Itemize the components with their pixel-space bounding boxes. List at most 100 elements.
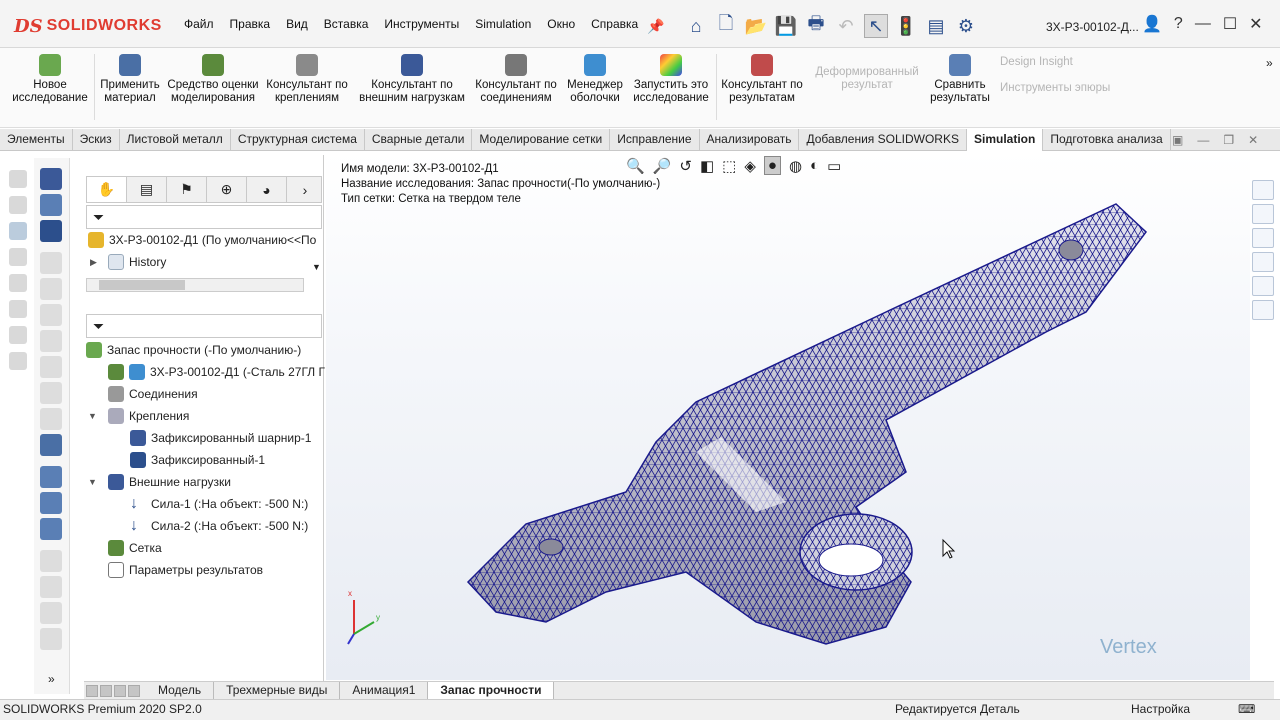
view-palette-icon[interactable] [1252,252,1274,272]
expand-icon[interactable]: ▶ [90,257,97,268]
tab-animation[interactable]: Анимация1 [340,682,429,699]
zoom-fit-icon[interactable]: 🔍 [626,157,645,175]
options-gear-icon[interactable]: ⚙ [954,14,978,38]
tab-addins[interactable]: Добавления SOLIDWORKS [799,129,967,151]
strip-icon[interactable] [9,222,27,240]
disabled-tool-icon[interactable] [40,356,62,378]
disabled-tool-icon[interactable] [40,628,62,650]
menu-view[interactable]: Вид [278,17,316,31]
strip-icon[interactable] [9,326,27,344]
history-node[interactable]: History [108,254,166,270]
result-options-node[interactable]: Параметры результатов [108,562,263,578]
strip-icon[interactable] [9,352,27,370]
tab-weldments[interactable]: Сварные детали [365,129,473,151]
loads-advisor-button[interactable]: Консультант по внешним нагрузкам [354,54,470,105]
disabled-tool-icon[interactable] [40,330,62,352]
help-status-icon[interactable]: ⌨ [1238,702,1255,716]
undo-icon[interactable]: ↶ [834,14,858,38]
close-doc-icon[interactable]: ✕ [1248,133,1258,147]
ribbon-overflow-icon[interactable]: » [1266,56,1273,70]
disabled-tool-icon[interactable] [40,252,62,274]
strip-icon[interactable] [9,196,27,214]
tab-repair[interactable]: Исправление [610,129,700,151]
previous-view-icon[interactable]: ↺ [679,157,692,175]
open-icon[interactable]: 📂 [744,14,768,38]
force-tool-icon[interactable] [40,220,62,242]
tab-sketch[interactable]: Эскиз [73,129,120,151]
view-tool-icon[interactable] [40,466,62,488]
solidworks-logo[interactable]: DS SOLIDWORKS [14,12,161,40]
tab-3d-views[interactable]: Трехмерные виды [214,682,341,699]
fixture-tool-icon[interactable] [40,168,62,190]
restore-icon[interactable]: — [1197,133,1209,147]
scene-icon[interactable]: ◐ [810,157,819,174]
configuration-tab-icon[interactable]: ⚑ [167,177,207,202]
strip-icon[interactable] [9,300,27,318]
dimxpert-tab-icon[interactable]: ⊕ [207,177,247,202]
model-eval-button[interactable]: Средство оценки моделирования [166,54,260,105]
force1-node[interactable]: ↓ Сила-1 (:На объект: -500 N:) [130,496,308,512]
collapse-icon[interactable]: ▼ [88,477,97,487]
select-cursor-icon[interactable]: ↖ [864,14,888,38]
disabled-tool-icon[interactable] [40,278,62,300]
appearance-icon[interactable]: ◍ [789,157,802,175]
deformed-result-button[interactable]: Деформированный результат [810,66,924,92]
mesh-node[interactable]: Сетка [108,540,162,556]
tile-icon[interactable]: ❐ [1223,133,1234,147]
maximize-icon[interactable]: ☐ [1223,14,1237,34]
tab-features[interactable]: Элементы [0,129,73,151]
fixed-node[interactable]: Зафиксированный-1 [130,452,265,468]
fixtures-advisor-button[interactable]: Консультант по креплениям [262,54,352,105]
tab-simulation[interactable]: Simulation [966,129,1044,151]
file-properties-icon[interactable]: ▤ [924,14,948,38]
study-node[interactable]: Запас прочности (-По умолчанию-) [86,342,301,358]
horizontal-scrollbar[interactable] [86,278,304,292]
home-icon[interactable]: ⌂ [684,14,708,38]
disabled-tool-icon[interactable] [40,602,62,624]
view-tool-icon[interactable] [40,492,62,514]
fixtures-node[interactable]: Крепления [108,408,189,424]
display-manager-tab-icon[interactable]: ◕ [247,177,287,202]
tab-mesh-modeling[interactable]: Моделирование сетки [472,129,611,151]
fixed-hinge-node[interactable]: Зафиксированный шарнир-1 [130,430,311,446]
tab-structure-system[interactable]: Структурная система [231,129,365,151]
tree-filter[interactable]: ⏷ [86,205,322,229]
custom-properties-icon[interactable] [1252,300,1274,320]
file-explorer-icon[interactable] [1252,228,1274,248]
menu-help[interactable]: Справка [583,17,646,31]
units-settings[interactable]: Настройка [1131,702,1190,716]
last-tab-icon[interactable] [128,684,140,697]
strip-icon[interactable] [9,170,27,188]
body-node[interactable]: 3Х-Р3-00102-Д1 (-Сталь 27ГЛ Г [108,364,325,380]
study-filter[interactable]: ⏷ [86,314,322,338]
disabled-tool-icon[interactable] [40,550,62,572]
resources-icon[interactable] [1252,180,1274,200]
disabled-tool-icon[interactable] [40,304,62,326]
run-study-button[interactable]: Запустить это исследование [630,54,712,105]
tab-model[interactable]: Модель [146,682,215,699]
scroll-down-icon[interactable]: ▼ [312,262,321,272]
zoom-area-icon[interactable]: 🔎 [653,157,672,175]
connections-advisor-button[interactable]: Консультант по соединениям [472,54,560,105]
tab-sheet-metal[interactable]: Листовой металл [120,129,231,151]
print-icon[interactable]: 🖶 [804,13,828,38]
traffic-light-icon[interactable]: 🚦 [894,14,918,38]
strip-icon[interactable] [9,248,27,266]
scroll-thumb[interactable] [99,280,185,290]
view-tool-icon[interactable] [40,518,62,540]
next-tab-icon[interactable] [114,684,126,697]
connections-node[interactable]: Соединения [108,386,198,402]
design-library-icon[interactable] [1252,204,1274,224]
view-orientation-icon[interactable]: ⬚ [722,157,736,175]
shell-manager-button[interactable]: Менеджер оболочки [562,54,628,105]
disabled-tool-icon[interactable] [40,382,62,404]
new-document-icon[interactable]: 🗋 [714,13,738,38]
probe-tool-icon[interactable] [40,434,62,456]
first-tab-icon[interactable] [86,684,98,697]
plot-tools-button[interactable]: Инструменты эпюры [1000,82,1150,95]
load-tool-icon[interactable] [40,194,62,216]
property-manager-tab-icon[interactable]: ▤ [127,177,167,202]
display-style-icon[interactable]: ◈ [744,157,756,175]
tab-analysis-prep[interactable]: Подготовка анализа [1043,129,1171,151]
minimize-icon[interactable]: — [1195,15,1211,33]
